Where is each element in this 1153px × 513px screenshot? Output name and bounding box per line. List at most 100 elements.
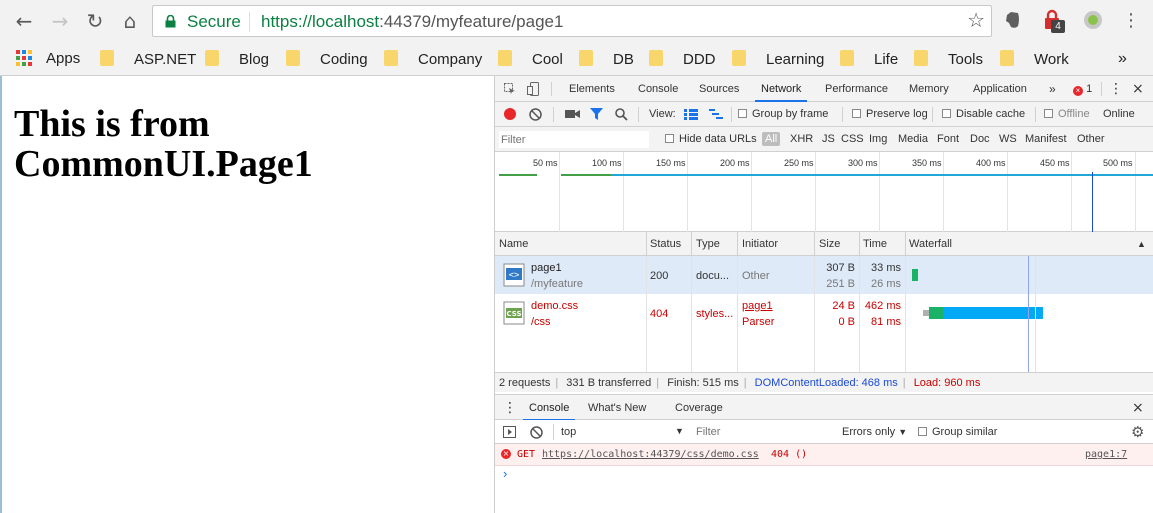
column-waterfall[interactable]: Waterfall xyxy=(909,238,952,250)
reload-icon[interactable]: ↻ xyxy=(82,8,108,34)
column-size[interactable]: Size xyxy=(819,238,840,250)
context-selector[interactable]: top xyxy=(561,426,576,438)
drawer-tab-whats-new[interactable]: What's New xyxy=(588,395,646,421)
network-filter-input[interactable] xyxy=(499,131,649,148)
filter-type-js[interactable]: JS xyxy=(822,133,835,145)
bookmark-cool[interactable]: Cool xyxy=(498,50,563,68)
filter-type-css[interactable]: CSS xyxy=(841,133,864,145)
hide-data-urls-checkbox[interactable]: Hide data URLs xyxy=(665,133,757,145)
capture-screenshots-icon[interactable] xyxy=(565,108,580,120)
sort-ascending-icon[interactable]: ▲ xyxy=(1137,239,1146,249)
bookmark-star-icon[interactable]: ☆ xyxy=(967,8,985,32)
profile-circle-icon[interactable] xyxy=(1082,9,1104,31)
bookmarks-overflow-icon[interactable]: » xyxy=(1118,50,1127,68)
search-icon[interactable] xyxy=(615,108,628,121)
device-toolbar-icon[interactable] xyxy=(527,82,541,96)
tab-sources[interactable]: Sources xyxy=(699,76,739,102)
error-source-link[interactable]: page1:7 xyxy=(1085,449,1127,460)
console-sidebar-icon[interactable] xyxy=(503,426,516,438)
evernote-extension-icon[interactable] xyxy=(1002,9,1024,31)
more-tabs-icon[interactable]: » xyxy=(1049,76,1056,102)
filter-type-img[interactable]: Img xyxy=(869,133,887,145)
clear-console-icon[interactable] xyxy=(530,426,543,439)
bookmark-label: DDD xyxy=(683,51,716,68)
offline-checkbox[interactable]: Offline xyxy=(1044,108,1090,120)
request-size-resource: 251 B xyxy=(826,278,855,290)
bookmark-tools[interactable]: Tools xyxy=(914,50,983,68)
bookmark-company[interactable]: Company xyxy=(384,50,482,68)
column-divider xyxy=(814,232,815,256)
bookmark-life[interactable]: Life xyxy=(840,50,898,68)
console-prompt[interactable]: › xyxy=(503,466,507,481)
disable-cache-checkbox[interactable]: Disable cache xyxy=(942,108,1025,120)
record-icon[interactable] xyxy=(504,108,516,120)
close-drawer-icon[interactable]: × xyxy=(1132,395,1144,421)
throttling-select[interactable]: Online xyxy=(1103,108,1135,120)
filter-type-font[interactable]: Font xyxy=(937,133,959,145)
bookmark-ddd[interactable]: DDD xyxy=(649,50,716,68)
tab-performance[interactable]: Performance xyxy=(825,76,888,102)
clear-icon[interactable] xyxy=(529,108,542,121)
drawer-tab-console[interactable]: Console xyxy=(523,395,576,421)
request-type: styles... xyxy=(696,308,734,320)
drawer-menu-icon[interactable]: ⋮ xyxy=(503,395,517,421)
column-type[interactable]: Type xyxy=(696,238,720,250)
close-devtools-icon[interactable]: × xyxy=(1132,76,1144,102)
filter-type-doc[interactable]: Doc xyxy=(970,133,990,145)
bookmark-coding[interactable]: Coding xyxy=(286,50,368,68)
tab-application[interactable]: Application xyxy=(973,76,1027,102)
devtools-menu-icon[interactable]: ⋮ xyxy=(1109,76,1123,102)
bookmark-aspnet[interactable]: ASP.NET xyxy=(100,50,196,68)
drawer-tab-coverage[interactable]: Coverage xyxy=(675,395,723,421)
dropdown-arrow-icon[interactable]: ▼ xyxy=(675,426,684,436)
home-icon[interactable]: ⌂ xyxy=(117,8,143,34)
error-counter[interactable]: × 1 xyxy=(1073,76,1092,102)
folder-icon xyxy=(384,50,398,66)
filter-type-manifest[interactable]: Manifest xyxy=(1025,133,1067,145)
bookmark-blog[interactable]: Blog xyxy=(205,50,269,68)
url-text[interactable]: https://localhost:44379/myfeature/page1 xyxy=(261,12,563,32)
filter-funnel-icon[interactable] xyxy=(590,108,603,121)
timeline-tick-label: 400 ms xyxy=(976,158,1006,168)
table-row[interactable]: <> page1 /myfeature 200 docu... Other 30… xyxy=(495,256,1153,294)
lastpass-extension-icon[interactable]: 4 xyxy=(1042,9,1065,33)
view-label: View: xyxy=(649,108,676,120)
column-status[interactable]: Status xyxy=(650,238,681,250)
inspect-element-icon[interactable] xyxy=(504,83,516,95)
filter-type-xhr[interactable]: XHR xyxy=(790,133,813,145)
filter-type-media[interactable]: Media xyxy=(898,133,928,145)
tab-network[interactable]: Network xyxy=(755,76,808,102)
console-settings-gear-icon[interactable]: ⚙ xyxy=(1131,423,1144,441)
tab-elements[interactable]: Elements xyxy=(569,76,615,102)
folder-icon xyxy=(649,50,663,66)
console-filter-input[interactable] xyxy=(696,423,834,441)
tab-memory[interactable]: Memory xyxy=(909,76,949,102)
log-level-select[interactable]: Errors only ▼ xyxy=(842,426,907,438)
bookmark-apps[interactable]: Apps xyxy=(16,50,80,68)
forward-icon[interactable]: → xyxy=(47,8,73,34)
preserve-log-checkbox[interactable]: Preserve log xyxy=(852,108,928,120)
table-row[interactable]: CSS demo.css /css 404 styles... page1 Pa… xyxy=(495,294,1153,332)
group-by-frame-checkbox[interactable]: Group by frame xyxy=(738,108,828,120)
timeline-overview[interactable]: 50 ms 100 ms 150 ms 200 ms 250 ms 300 ms… xyxy=(495,152,1153,232)
column-name[interactable]: Name xyxy=(499,238,528,250)
large-rows-icon[interactable] xyxy=(684,109,698,120)
filter-type-ws[interactable]: WS xyxy=(999,133,1017,145)
bookmark-work[interactable]: Work xyxy=(1000,50,1069,68)
disable-cache-label: Disable cache xyxy=(956,108,1026,120)
address-bar[interactable]: Secure https://localhost:44379/myfeature… xyxy=(152,5,992,37)
filter-type-other[interactable]: Other xyxy=(1077,133,1105,145)
error-url-link[interactable]: https://localhost:44379/css/demo.css xyxy=(542,449,759,460)
request-initiator-link[interactable]: page1 xyxy=(742,300,773,312)
bookmark-learning[interactable]: Learning xyxy=(732,50,824,68)
bookmark-db[interactable]: DB xyxy=(579,50,634,68)
tab-console[interactable]: Console xyxy=(638,76,678,102)
overview-waterfall-icon[interactable] xyxy=(709,109,723,120)
request-time: 462 ms xyxy=(864,300,901,312)
back-icon[interactable]: ← xyxy=(11,8,37,34)
filter-type-all[interactable]: All xyxy=(762,132,781,146)
menu-kebab-icon[interactable]: ⋮ xyxy=(1118,8,1144,34)
column-initiator[interactable]: Initiator xyxy=(742,238,778,250)
column-time[interactable]: Time xyxy=(863,238,887,250)
group-similar-checkbox[interactable]: Group similar xyxy=(918,426,997,438)
